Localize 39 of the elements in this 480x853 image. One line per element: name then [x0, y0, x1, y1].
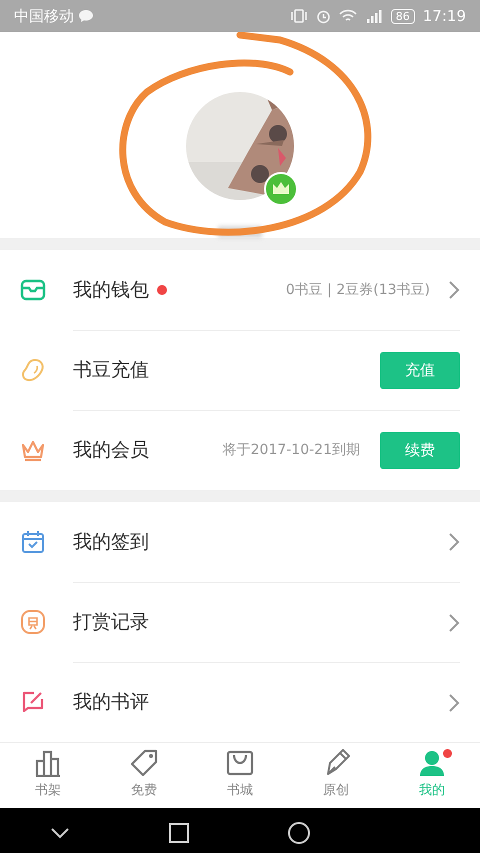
- action-button[interactable]: 续费: [380, 432, 460, 469]
- chevron-right-icon[interactable]: [448, 692, 460, 712]
- chat-icon: [78, 9, 94, 23]
- bar-chart-icon: [34, 749, 62, 777]
- person-icon: [418, 749, 446, 777]
- chevron-right-icon[interactable]: [448, 532, 460, 552]
- tab-item[interactable]: 原创: [288, 743, 384, 808]
- reward-icon: [20, 609, 46, 635]
- menu-item-detail: 0书豆 | 2豆券(13书豆): [286, 280, 430, 300]
- carrier-name: 中国移动: [14, 6, 74, 27]
- edit-comment-icon: [20, 689, 46, 715]
- menu-item-label[interactable]: 书豆充值: [73, 356, 149, 385]
- battery-level: 86: [390, 8, 415, 24]
- menu-item-label[interactable]: 我的钱包: [73, 276, 149, 304]
- collapse-nav-icon[interactable]: [50, 826, 70, 838]
- bean-icon: [20, 357, 46, 383]
- chevron-right-icon[interactable]: [448, 612, 460, 632]
- clock-time: 17:19: [422, 6, 466, 27]
- calendar-check-icon: [20, 529, 46, 555]
- action-button[interactable]: 充值: [380, 352, 460, 389]
- recents-icon[interactable]: [168, 822, 189, 842]
- wallet-icon: [20, 277, 46, 303]
- tab-item[interactable]: 我的: [384, 743, 480, 808]
- vibrate-icon: [290, 9, 308, 23]
- tab-item[interactable]: 免费: [96, 743, 192, 808]
- menu-item-label[interactable]: 我的书评: [73, 688, 149, 717]
- tab-item[interactable]: 书架: [0, 743, 96, 808]
- alarm-icon: [316, 8, 331, 24]
- wifi-icon: [338, 9, 357, 23]
- tag-icon: [130, 749, 158, 777]
- home-icon[interactable]: [288, 822, 310, 844]
- chevron-right-icon[interactable]: [448, 280, 460, 300]
- signal-icon: [364, 9, 383, 23]
- menu-item-label[interactable]: 我的签到: [73, 528, 149, 556]
- menu-item-label[interactable]: 我的会员: [73, 436, 149, 465]
- menu-item-label[interactable]: 打赏记录: [73, 608, 149, 637]
- shopping-bag-icon: [226, 749, 254, 777]
- menu-item-detail: 将于2017-10-21到期: [222, 441, 360, 460]
- tab-item[interactable]: 书城: [192, 743, 288, 808]
